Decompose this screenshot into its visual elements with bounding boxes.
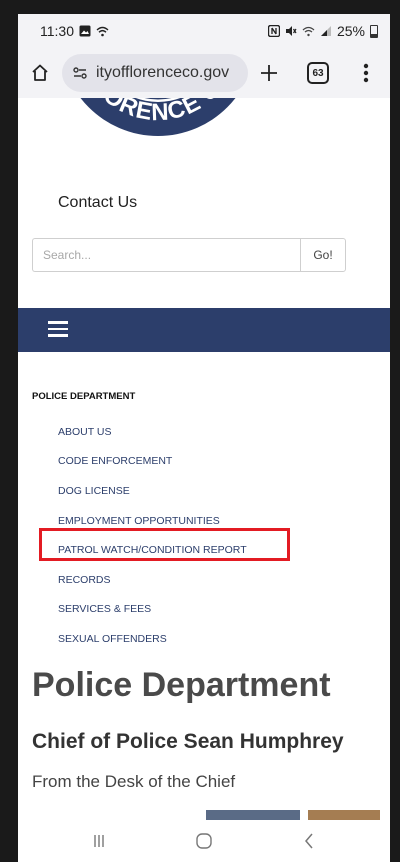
- submenu-item-sexual-offenders[interactable]: SEXUAL OFFENDERS: [58, 624, 378, 654]
- page-title: Police Department: [32, 666, 331, 704]
- browser-menu-button[interactable]: [346, 48, 386, 98]
- back-icon: [305, 833, 313, 849]
- new-tab-button[interactable]: [248, 48, 290, 98]
- hamburger-menu-icon[interactable]: [48, 321, 68, 337]
- phone-screen: 11:30 25% ityofflorenceco.gov 63 ORENCE …: [18, 14, 390, 862]
- highlight-box: [39, 528, 290, 561]
- home-nav-button[interactable]: [184, 826, 224, 856]
- desk-subtitle: From the Desk of the Chief: [32, 772, 236, 791]
- tab-count: 63: [312, 67, 324, 79]
- search-go-button[interactable]: Go!: [300, 238, 346, 272]
- plus-icon: [261, 65, 277, 81]
- android-nav-bar: [18, 820, 390, 862]
- gallery-notification-icon: [79, 25, 91, 37]
- submenu-item-records[interactable]: RECORDS: [58, 565, 378, 595]
- contact-us-link[interactable]: Contact Us: [58, 194, 137, 212]
- wifi-icon: [96, 26, 109, 36]
- section-title: POLICE DEPARTMENT: [32, 391, 136, 402]
- status-time: 11:30: [40, 23, 74, 39]
- battery-icon: [370, 24, 378, 38]
- signal-icon: [320, 26, 331, 36]
- chief-photo: [206, 810, 300, 820]
- nfc-icon: [267, 25, 280, 37]
- back-button[interactable]: [289, 826, 329, 856]
- url-text: ityofflorenceco.gov: [96, 64, 230, 81]
- recents-button[interactable]: [79, 826, 119, 856]
- battery-percent: 25%: [336, 23, 365, 39]
- submenu-item-code-enforcement[interactable]: CODE ENFORCEMENT: [58, 447, 378, 477]
- chief-photo-secondary: [308, 810, 380, 820]
- tabs-icon: 63: [307, 62, 329, 84]
- web-page: FLORENCE CO Contact Us Go! POLICE DEPART…: [18, 98, 390, 820]
- browser-home-button[interactable]: [18, 48, 62, 98]
- browser-toolbar: ityofflorenceco.gov 63: [18, 48, 390, 98]
- wifi-calling-icon: [302, 26, 315, 37]
- main-nav-bar: [18, 308, 390, 352]
- submenu-item-about-us[interactable]: ABOUT US: [58, 417, 378, 447]
- recents-icon: [93, 835, 104, 847]
- city-logo[interactable]: FLORENCE CO: [58, 98, 258, 138]
- overflow-menu-icon: [363, 63, 369, 83]
- home-icon: [32, 64, 48, 81]
- submenu-item-dog-license[interactable]: DOG LICENSE: [58, 476, 378, 506]
- submenu-item-services-fees[interactable]: SERVICES & FEES: [58, 595, 378, 625]
- chief-heading: Chief of Police Sean Humphrey: [32, 730, 344, 753]
- tab-switcher-button[interactable]: 63: [290, 48, 346, 98]
- search-form: Go!: [32, 238, 346, 272]
- status-bar: 11:30 25%: [18, 14, 390, 48]
- mute-icon: [285, 26, 297, 36]
- search-input[interactable]: [32, 238, 300, 272]
- home-nav-icon: [196, 833, 212, 849]
- site-info-icon[interactable]: [72, 65, 88, 81]
- address-bar[interactable]: ityofflorenceco.gov: [62, 54, 248, 92]
